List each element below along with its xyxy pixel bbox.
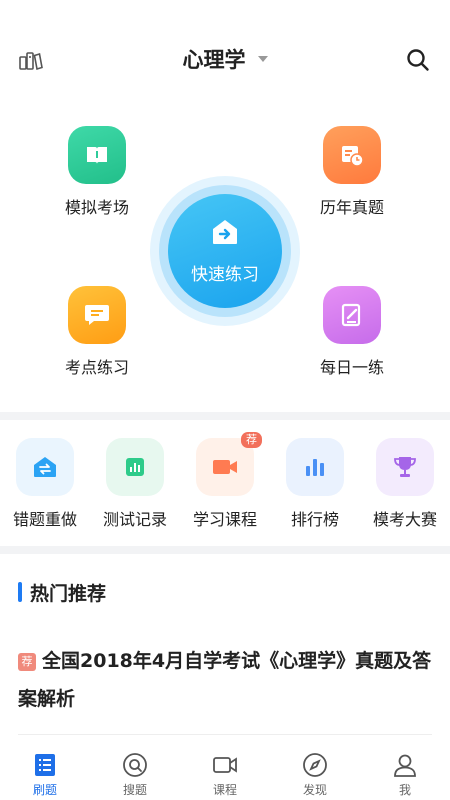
calendar-clock-icon [323,126,381,184]
chart-icon [106,438,164,496]
bar-chart-icon [286,438,344,496]
nav-courses-label: 课程 [212,783,237,797]
search-circle-icon [122,752,148,778]
trophy-icon [376,438,434,496]
user-icon [392,752,418,778]
section-accent-bar [18,582,22,602]
video-icon [212,752,238,778]
redo-icon [16,438,74,496]
mock-contest-button[interactable]: 模考大赛 [360,438,450,530]
header: 心理学 [0,0,450,120]
key-points-button[interactable]: 考点练习 [37,286,157,378]
daily-practice-button[interactable]: 每日一练 [292,286,412,378]
nav-practice[interactable]: 刷题 [0,752,90,798]
nav-search-label: 搜题 [122,783,147,797]
tools-row: 错题重做 测试记录 荐 学习课程 排行榜 模考大赛 [0,432,450,538]
nav-discover[interactable]: 发现 [270,752,360,798]
nav-me[interactable]: 我 [360,752,450,798]
test-records-label: 测试记录 [102,510,167,529]
book-icon [68,126,126,184]
nav-discover-label: 发现 [302,783,327,797]
section-divider [0,412,450,420]
mock-exam-label: 模拟考场 [64,198,129,217]
recommend-tag: 荐 [18,653,36,671]
test-records-button[interactable]: 测试记录 [90,438,180,530]
mock-contest-label: 模考大赛 [372,510,437,529]
video-icon: 荐 [196,432,262,496]
compass-icon [302,752,328,778]
note-pen-icon [323,286,381,344]
recommend-title: 热门推荐 [30,582,107,605]
leaderboard-button[interactable]: 排行榜 [270,438,360,530]
recommend-header: 热门推荐 [18,580,107,605]
quick-practice-button[interactable]: 快速练习 [150,176,300,326]
nav-search[interactable]: 搜题 [90,752,180,798]
leaderboard-label: 排行榜 [290,510,339,529]
redo-mistakes-label: 错题重做 [12,510,77,529]
recommend-badge: 荐 [241,432,262,448]
courses-label: 学习课程 [192,510,257,529]
list-icon [32,752,58,778]
caret-down-icon [257,56,268,62]
nav-me-label: 我 [398,783,411,797]
divider [18,734,432,735]
search-icon[interactable] [406,48,430,72]
article-title: 全国2018年4月自学考试《心理学》真题及答案解析 [18,650,432,710]
enter-house-icon [210,218,240,250]
subject-selector[interactable]: 心理学 [0,44,450,74]
courses-button[interactable]: 荐 学习课程 [180,432,270,530]
daily-practice-label: 每日一练 [319,358,384,377]
key-points-label: 考点练习 [64,358,129,377]
past-papers-label: 历年真题 [319,198,384,217]
redo-mistakes-button[interactable]: 错题重做 [0,438,90,530]
past-papers-button[interactable]: 历年真题 [292,126,412,218]
mock-exam-button[interactable]: 模拟考场 [37,126,157,218]
page-title: 心理学 [182,48,246,72]
article-item[interactable]: 荐全国2018年4月自学考试《心理学》真题及答案解析 [18,642,432,718]
section-divider [0,546,450,554]
nav-practice-label: 刷题 [32,783,57,797]
nav-courses[interactable]: 课程 [180,752,270,798]
chat-icon [68,286,126,344]
quick-practice-label: 快速练习 [191,264,259,285]
bottom-nav: 刷题 搜题 课程 发现 我 [0,738,450,800]
